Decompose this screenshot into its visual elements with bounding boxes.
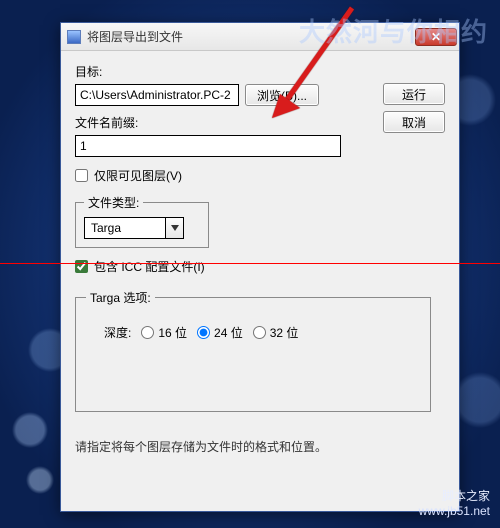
watermark-site-name: 脚本之家 [419,489,490,505]
depth-24-label: 24 位 [214,324,243,341]
filetype-legend: 文件类型: [84,194,143,211]
watermark-bottom: 脚本之家 www.jb51.net [419,489,490,520]
watermark-top: 大然河与你相约 [299,12,488,49]
hint-text: 请指定将每个图层存储为文件时的格式和位置。 [75,438,445,455]
dialog-body: 运行 取消 目标: 浏览(B)... 文件名前缀: 仅限可见图层(V) 文件类型… [61,51,459,511]
include-icc-label: 包含 ICC 配置文件(I) [94,258,205,275]
filetype-group: 文件类型: Targa [75,194,209,248]
depth-24-radio[interactable] [197,326,210,339]
run-button[interactable]: 运行 [383,83,445,105]
destination-input[interactable] [75,84,239,106]
prefix-input[interactable] [75,135,341,157]
include-icc-checkbox[interactable] [75,260,88,273]
depth-32-radio[interactable] [253,326,266,339]
depth-32-option[interactable]: 32 位 [253,324,299,341]
horizontal-guide-line [0,263,500,264]
targa-options-legend: Targa 选项: [86,289,155,306]
depth-32-label: 32 位 [270,324,299,341]
targa-options-group: Targa 选项: 深度: 16 位 24 位 32 位 [75,289,431,412]
filetype-dropdown-button[interactable] [165,218,183,238]
chevron-down-icon [171,225,179,231]
depth-label: 深度: [104,324,131,341]
filetype-combo[interactable]: Targa [84,217,184,239]
depth-24-option[interactable]: 24 位 [197,324,243,341]
visible-only-checkbox[interactable] [75,169,88,182]
browse-button[interactable]: 浏览(B)... [245,84,319,106]
depth-16-label: 16 位 [158,324,187,341]
watermark-site-url: www.jb51.net [419,504,490,520]
filetype-value: Targa [85,218,165,238]
cancel-button[interactable]: 取消 [383,111,445,133]
depth-16-radio[interactable] [141,326,154,339]
dialog-window: 将图层导出到文件 ✕ 运行 取消 目标: 浏览(B)... 文件名前缀: 仅限可… [60,22,460,512]
depth-16-option[interactable]: 16 位 [141,324,187,341]
destination-label: 目标: [75,63,445,80]
visible-only-label: 仅限可见图层(V) [94,167,182,184]
app-icon [67,30,81,44]
